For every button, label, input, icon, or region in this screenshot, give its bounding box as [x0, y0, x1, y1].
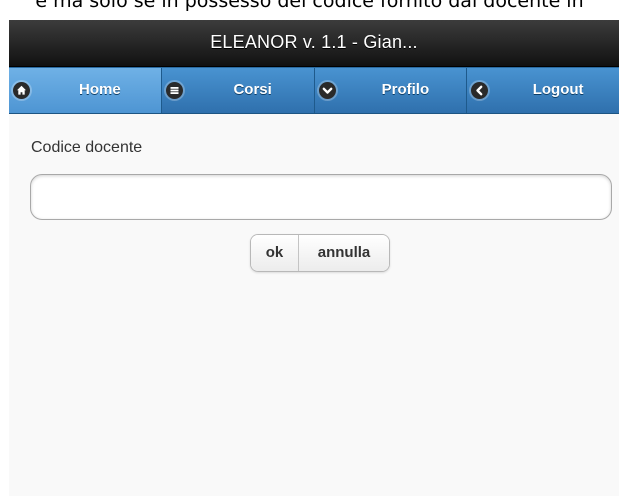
app-title: ELEANOR v. 1.1 - Gian...	[210, 32, 418, 52]
home-icon	[13, 82, 30, 99]
nav-item-corsi[interactable]: Corsi	[161, 68, 315, 113]
annulla-button[interactable]: annulla	[299, 235, 389, 271]
app-window: ELEANOR v. 1.1 - Gian... Home Corsi Prof…	[9, 20, 619, 496]
ok-button[interactable]: ok	[251, 235, 299, 271]
nav-item-profilo-label: Profilo	[381, 81, 430, 98]
truncated-instruction-text-strip: e ma solo se in possesso del codice forn…	[0, 0, 619, 20]
nav-item-corsi-label: Corsi	[233, 81, 272, 98]
nav-item-profilo[interactable]: Profilo	[314, 68, 468, 113]
chevron-left-icon	[471, 82, 489, 99]
menu-icon	[165, 82, 183, 99]
nav-item-home[interactable]: Home	[9, 68, 162, 113]
codice-docente-input[interactable]	[30, 174, 612, 220]
nav-item-logout[interactable]: Logout	[467, 68, 619, 113]
app-header: ELEANOR v. 1.1 - Gian...	[9, 20, 619, 67]
codice-docente-label: Codice docente	[31, 139, 143, 156]
nav-item-logout-label: Logout	[532, 81, 584, 98]
nav-item-home-label: Home	[79, 81, 121, 98]
nav-bar: Home Corsi Profilo Logout	[9, 67, 619, 114]
truncated-instruction-text: e ma solo se in possesso del codice forn…	[35, 0, 584, 12]
chevron-down-icon	[318, 82, 336, 99]
form-button-group: ok annulla	[250, 234, 390, 272]
